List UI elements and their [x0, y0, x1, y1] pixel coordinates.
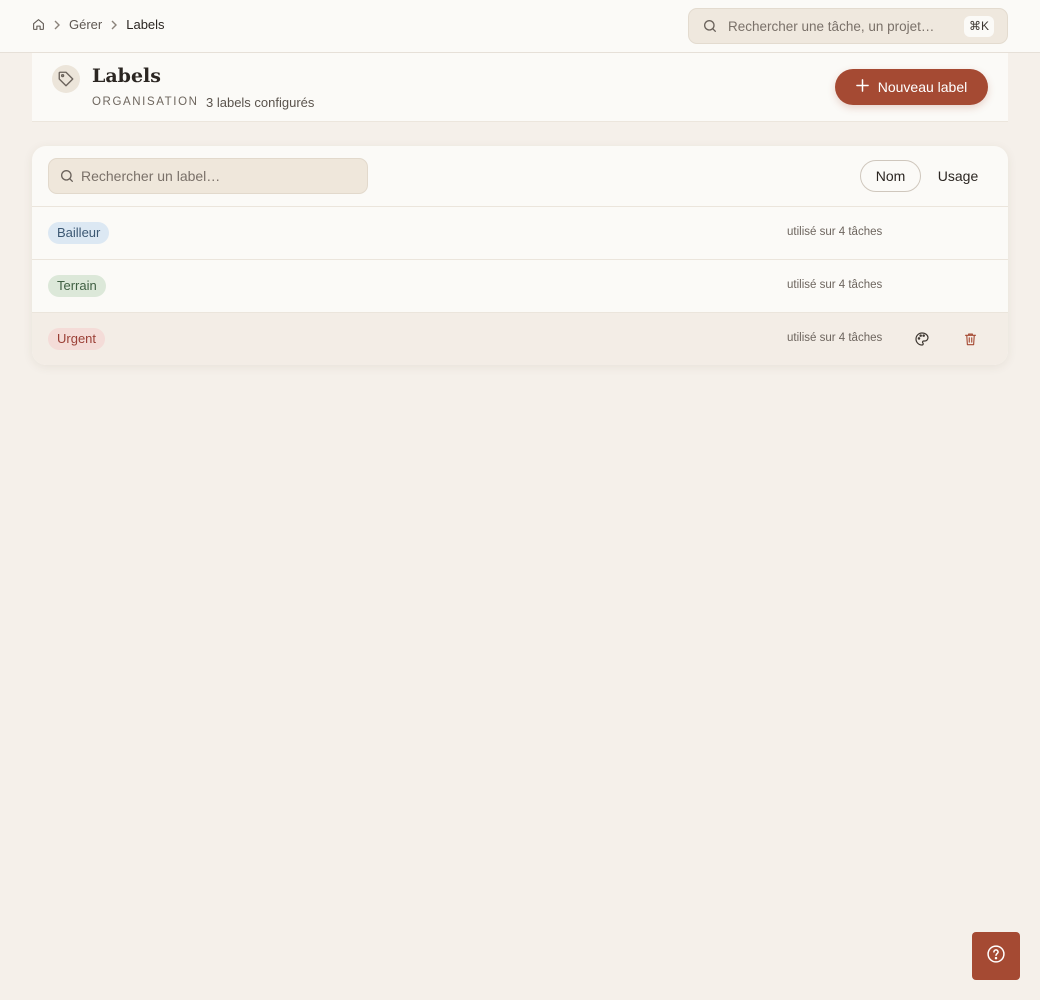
sort-by-name-button[interactable]: Nom — [860, 160, 921, 192]
section-kicker: ORGANISATION — [92, 96, 199, 108]
page-title: Labels — [92, 65, 161, 87]
plus-icon — [855, 79, 869, 95]
trash-icon[interactable] — [961, 330, 979, 348]
label-chip: Bailleur — [48, 222, 110, 244]
top-bar: Gérer Labels Rechercher une tâche, un pr… — [0, 0, 1040, 53]
help-circle-icon — [986, 944, 1006, 969]
home-icon[interactable] — [32, 18, 45, 31]
labels-list-card: Rechercher un label… Nom Usage Bailleur … — [32, 146, 1008, 365]
tag-icon — [52, 65, 80, 93]
label-usage: utilisé sur 4 tâches — [787, 226, 883, 238]
page-header: Labels ORGANISATION 3 labels configurés … — [32, 53, 1008, 122]
chevron-right-icon — [110, 20, 118, 30]
label-usage: utilisé sur 4 tâches — [787, 332, 883, 344]
shortcut-badge: ⌘K — [963, 16, 994, 37]
label-chip: Urgent — [48, 328, 106, 350]
label-chip: Terrain — [48, 275, 106, 297]
search-icon — [59, 168, 75, 189]
palette-icon[interactable] — [913, 330, 931, 348]
labels-count: 3 labels configurés — [206, 95, 315, 110]
label-row[interactable]: Urgent utilisé sur 4 tâches — [32, 313, 1008, 365]
new-label-button[interactable]: Nouveau label — [835, 69, 988, 105]
sort-by-usage-button[interactable]: Usage — [931, 160, 985, 192]
label-search-input[interactable]: Rechercher un label… — [48, 158, 368, 194]
breadcrumb-item-labels: Labels — [126, 17, 165, 32]
help-button[interactable] — [972, 932, 1020, 980]
chevron-right-icon — [53, 20, 61, 30]
label-row[interactable]: Bailleur utilisé sur 4 tâches — [32, 207, 1008, 260]
new-label-button-label: Nouveau label — [877, 79, 968, 95]
global-search-input[interactable]: Rechercher une tâche, un projet… ⌘K — [688, 8, 1008, 44]
breadcrumb-item-gerer[interactable]: Gérer — [69, 17, 102, 32]
label-usage: utilisé sur 4 tâches — [787, 279, 883, 291]
list-toolbar: Rechercher un label… Nom Usage — [32, 146, 1008, 207]
global-search-placeholder: Rechercher une tâche, un projet… — [728, 19, 935, 34]
label-search-placeholder: Rechercher un label… — [81, 168, 221, 184]
breadcrumb: Gérer Labels — [32, 17, 165, 32]
search-icon — [702, 18, 718, 39]
label-row[interactable]: Terrain utilisé sur 4 tâches — [32, 260, 1008, 313]
